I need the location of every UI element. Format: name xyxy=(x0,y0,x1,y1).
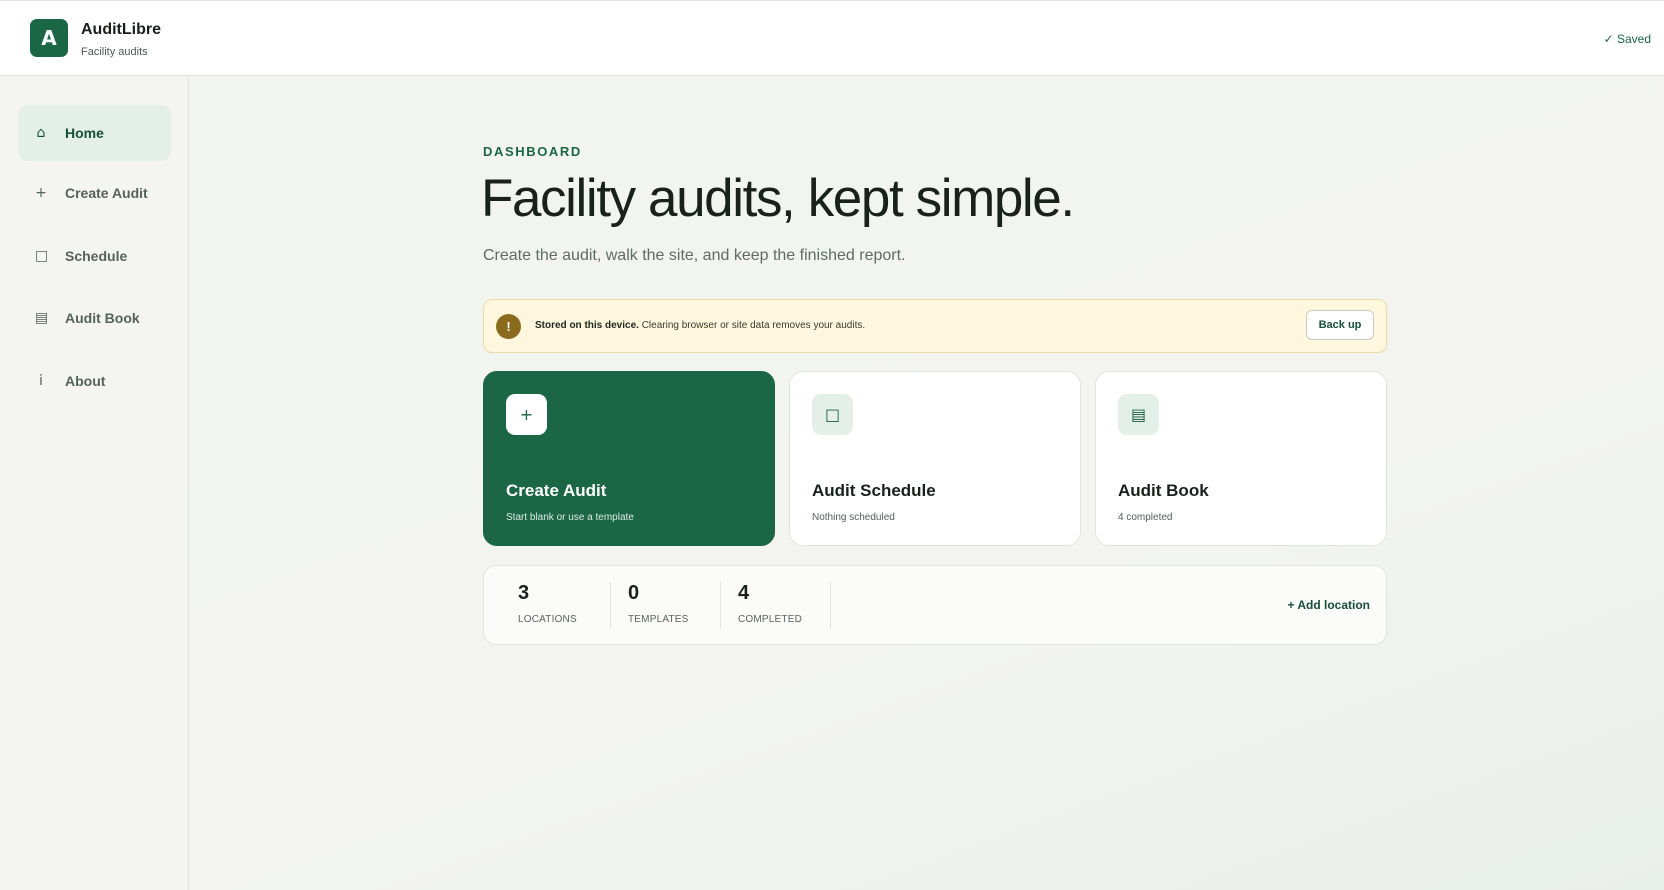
stat-value: 3 xyxy=(518,582,530,604)
warning-icon: ! xyxy=(496,314,521,339)
sidebar-item-label: About xyxy=(65,373,106,389)
storage-notice: ! Stored on this device. Clearing browse… xyxy=(483,299,1387,353)
save-status: ✓ Saved xyxy=(1603,32,1651,46)
notice-body: Clearing browser or site data removes yo… xyxy=(638,320,866,331)
sidebar-item-audit-book[interactable]: ▤ Audit Book xyxy=(18,290,171,346)
notice-text: Stored on this device. Clearing browser … xyxy=(535,320,865,331)
app-name: AuditLibre xyxy=(81,21,161,38)
stat-label: COMPLETED xyxy=(738,614,803,625)
sidebar-item-create-audit[interactable]: + Create Audit xyxy=(18,165,171,221)
create-audit-card[interactable]: + Create Audit Start blank or use a temp… xyxy=(483,371,775,546)
sidebar-item-label: Create Audit xyxy=(65,185,148,201)
page-title: Facility audits, kept simple. xyxy=(481,169,1075,228)
book-icon: ▤ xyxy=(1118,394,1159,435)
notice-strong: Stored on this device. xyxy=(535,320,639,331)
sidebar-item-schedule[interactable]: □ Schedule xyxy=(18,228,171,284)
calendar-icon: □ xyxy=(35,248,49,264)
audit-schedule-card[interactable]: □ Audit Schedule Nothing scheduled xyxy=(789,371,1081,546)
app-subtitle: Facility audits xyxy=(81,46,148,58)
audit-book-card[interactable]: ▤ Audit Book 4 completed xyxy=(1095,371,1387,546)
sidebar: ⌂ Home + Create Audit □ Schedule ▤ Audit… xyxy=(0,76,189,890)
back-up-button[interactable]: Back up xyxy=(1306,310,1374,340)
stats-bar: 3 LOCATIONS 0 TEMPLATES 4 COMPLETED + Ad… xyxy=(483,565,1387,645)
stat-label: TEMPLATES xyxy=(628,614,689,625)
stat-label: LOCATIONS xyxy=(518,614,577,625)
app-logo[interactable]: A xyxy=(30,19,68,57)
stat-locations: 3 LOCATIONS xyxy=(518,582,611,629)
sidebar-item-label: Schedule xyxy=(65,248,128,264)
add-location-link[interactable]: + Add location xyxy=(1287,598,1370,612)
sidebar-item-label: Audit Book xyxy=(65,310,140,326)
top-bar: A AuditLibre Facility audits ✓ Saved xyxy=(0,0,1664,76)
calendar-icon: □ xyxy=(812,394,853,435)
sidebar-item-home[interactable]: ⌂ Home xyxy=(18,105,171,161)
plus-icon: + xyxy=(35,185,47,201)
card-subtitle: Start blank or use a template xyxy=(506,512,634,523)
card-subtitle: Nothing scheduled xyxy=(812,512,895,523)
info-icon: i xyxy=(39,373,43,389)
card-title: Audit Schedule xyxy=(812,481,936,500)
card-subtitle: 4 completed xyxy=(1118,512,1173,523)
stat-completed: 4 COMPLETED xyxy=(738,582,831,629)
home-icon: ⌂ xyxy=(36,125,46,141)
stat-value: 4 xyxy=(738,582,750,604)
book-icon: ▤ xyxy=(35,310,49,326)
card-title: Create Audit xyxy=(506,481,607,500)
stat-value: 0 xyxy=(628,582,640,604)
page-eyebrow: DASHBOARD xyxy=(483,144,582,159)
plus-icon: + xyxy=(506,394,547,435)
card-title: Audit Book xyxy=(1118,481,1209,500)
sidebar-item-about[interactable]: i About xyxy=(18,353,171,409)
stat-templates: 0 TEMPLATES xyxy=(628,582,721,629)
sidebar-item-label: Home xyxy=(65,125,104,141)
page-subtitle: Create the audit, walk the site, and kee… xyxy=(483,247,906,264)
